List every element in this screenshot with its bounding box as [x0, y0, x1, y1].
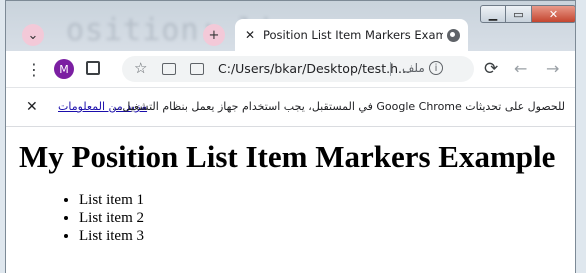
tab-title: Position List Item Markers Examp [263, 28, 443, 42]
scheme-label: ملف [402, 61, 425, 75]
minimize-button[interactable]: ▁ [480, 5, 506, 23]
side-panel-icon[interactable] [86, 61, 100, 75]
item-list: List item 1 List item 2 List item 3 [39, 191, 144, 245]
back-icon[interactable]: ← [514, 59, 527, 78]
site-info-icon[interactable]: i [429, 61, 443, 75]
tab-active[interactable]: ✕ Position List Item Markers Examp [235, 19, 468, 51]
maximize-button[interactable]: ▭ [506, 5, 532, 23]
page-content: My Position List Item Markers Example Li… [6, 127, 575, 273]
profile-avatar[interactable]: M [54, 59, 74, 79]
title-bar: osition: li ⌄ + ✕ Position List Item Mar… [6, 1, 575, 51]
install-app-icon[interactable] [190, 63, 204, 75]
reload-icon[interactable]: ⟳ [484, 59, 498, 79]
new-tab-button[interactable]: + [203, 24, 225, 46]
globe-icon [447, 28, 460, 42]
browser-window: osition: li ⌄ + ✕ Position List Item Mar… [5, 0, 576, 273]
tab-close-icon[interactable]: ✕ [243, 28, 257, 42]
share-icon[interactable] [162, 63, 176, 75]
chevron-down-icon: ⌄ [27, 27, 39, 43]
infobar-message: للحصول على تحديثات Google Chrome في المس… [111, 100, 565, 113]
list-item: List item 1 [79, 191, 144, 209]
tab-search-button[interactable]: ⌄ [22, 24, 44, 46]
divider [390, 62, 391, 76]
close-window-button[interactable]: ✕ [532, 5, 575, 23]
url-text: C:/Users/bkar/Desktop/test.h... [218, 61, 410, 76]
plus-icon: + [208, 27, 220, 43]
infobar-close-icon[interactable]: ✕ [26, 99, 38, 115]
window-controls: ▁ ▭ ✕ [480, 5, 575, 23]
list-item: List item 3 [79, 227, 144, 245]
page-heading: My Position List Item Markers Example [19, 139, 556, 174]
list-item: List item 2 [79, 209, 144, 227]
bookmark-star-icon[interactable]: ☆ [134, 59, 147, 77]
update-infobar: ✕ مزيد من المعلومات للحصول على تحديثات G… [6, 87, 575, 127]
forward-icon[interactable]: → [546, 59, 559, 78]
browser-toolbar: ⋮ M ☆ C:/Users/bkar/Desktop/test.h... مل… [6, 51, 575, 87]
address-bar[interactable]: ☆ C:/Users/bkar/Desktop/test.h... ملف i [122, 56, 474, 82]
menu-icon[interactable]: ⋮ [26, 60, 42, 79]
